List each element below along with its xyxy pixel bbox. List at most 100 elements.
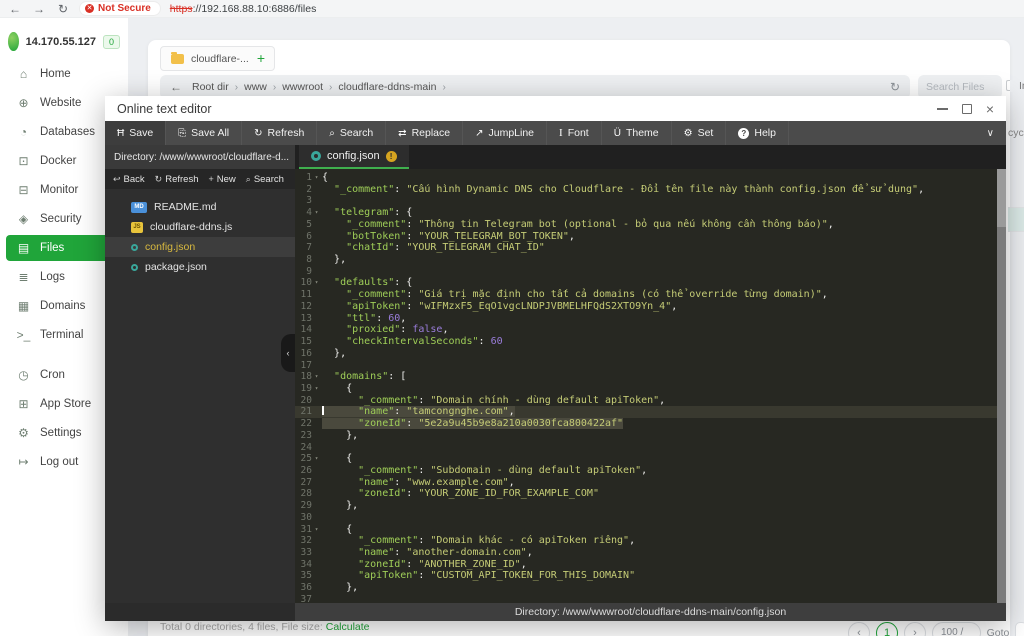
code-line[interactable]: {: [322, 524, 1006, 536]
maximize-icon[interactable]: [961, 103, 972, 114]
gutter-line[interactable]: 26: [295, 465, 322, 477]
sidebar-item-security[interactable]: ◈ Security: [6, 206, 118, 232]
font-button[interactable]: I Font: [547, 121, 602, 145]
code-line[interactable]: "name": "tamcongnghe.com",: [322, 406, 1006, 419]
sidebar-item-app-store[interactable]: ⊞ App Store: [6, 391, 118, 417]
gutter-line[interactable]: 2: [295, 184, 322, 196]
code-line[interactable]: "_comment": "Giá trị mặc định cho tất cả…: [322, 289, 1006, 301]
page-size-select[interactable]: 100 / page ∨: [932, 622, 981, 636]
code-line[interactable]: "apiToken": "wIFMzxF5_EqO1vgcLNDPJVBMELH…: [322, 301, 1006, 313]
gutter-line[interactable]: 33: [295, 547, 322, 559]
fold-toggle-icon[interactable]: ▾: [312, 172, 321, 184]
current-page-button[interactable]: 1: [876, 622, 898, 636]
not-secure-badge[interactable]: ✕ Not Secure: [80, 2, 160, 15]
gutter-line[interactable]: 21: [295, 406, 322, 419]
goto-page-input[interactable]: [1015, 622, 1024, 636]
code-line[interactable]: "_comment": "Cấu hình Dynamic DNS cho Cl…: [322, 184, 1006, 196]
tree-search-button[interactable]: ⌕ Search: [246, 174, 284, 185]
fold-toggle-icon[interactable]: ▾: [312, 207, 321, 219]
fold-toggle-icon[interactable]: ▾: [312, 524, 321, 536]
back-button[interactable]: ↩ Back: [113, 174, 145, 185]
new-button[interactable]: + New: [208, 174, 235, 185]
gutter-line[interactable]: 13: [295, 313, 322, 325]
tab-config-json[interactable]: config.json !: [299, 145, 409, 169]
jumpline-button[interactable]: ↗ JumpLine: [463, 121, 548, 145]
breadcrumb-item[interactable]: wwwroot: [282, 81, 323, 93]
gutter-line[interactable]: 4 ▾: [295, 207, 322, 219]
gutter-line[interactable]: 28: [295, 488, 322, 500]
code-editor[interactable]: 1 ▾ 2 3 4 ▾ 5 6 7 8 9 10 ▾ 11 12 13 14 15 16 17 18 ▾ 19 ▾ 20 21 22…: [295, 169, 1006, 603]
add-tab-button[interactable]: +: [248, 46, 275, 71]
gutter-line[interactable]: 3: [295, 195, 322, 207]
code-line[interactable]: "telegram": {: [322, 207, 1006, 219]
gutter-line[interactable]: 22: [295, 418, 322, 430]
sidebar-item-databases[interactable]: ◔ Databases: [6, 119, 118, 145]
gutter-line[interactable]: 15: [295, 336, 322, 348]
gutter-line[interactable]: 36: [295, 582, 322, 594]
gutter-line[interactable]: 1 ▾: [295, 172, 322, 184]
gutter-line[interactable]: 19 ▾: [295, 383, 322, 395]
code-line[interactable]: },: [322, 582, 1006, 594]
next-page-button[interactable]: ›: [904, 622, 926, 636]
file-tree-item-package-json[interactable]: package.json: [105, 257, 295, 277]
gutter-line[interactable]: 32: [295, 535, 322, 547]
code-line[interactable]: },: [322, 348, 1006, 360]
close-icon[interactable]: ×: [986, 102, 994, 116]
gutter-line[interactable]: 23: [295, 430, 322, 442]
sidebar-item-docker[interactable]: ⊡ Docker: [6, 148, 118, 174]
code-line[interactable]: {: [322, 453, 1006, 465]
help-button[interactable]: ? Help: [726, 121, 789, 145]
code-line[interactable]: "name": "another-domain.com",: [322, 547, 1006, 559]
code-line[interactable]: [322, 195, 1006, 207]
save-button[interactable]: Ħ Save: [105, 121, 167, 145]
sidebar-item-domains[interactable]: ▦ Domains: [6, 293, 118, 319]
fold-toggle-icon[interactable]: ▾: [312, 383, 321, 395]
scrollbar-thumb[interactable]: [997, 169, 1006, 227]
code-line[interactable]: [322, 266, 1006, 278]
fold-toggle-icon[interactable]: ▾: [312, 371, 321, 383]
file-tree-item-config-json[interactable]: config.json: [105, 237, 295, 257]
sidebar-item-cron[interactable]: ◷ Cron: [6, 362, 118, 388]
gutter-line[interactable]: 27: [295, 477, 322, 489]
code-line[interactable]: "name": "www.example.com",: [322, 477, 1006, 489]
notification-count-badge[interactable]: 0: [102, 34, 120, 49]
breadcrumb-item[interactable]: cloudflare-ddns-main: [338, 81, 436, 93]
gutter-line[interactable]: 34: [295, 559, 322, 571]
prev-page-button[interactable]: ‹: [848, 622, 870, 636]
code-line[interactable]: },: [322, 254, 1006, 266]
code-line[interactable]: "_comment": "Thông tin Telegram bot (opt…: [322, 219, 1006, 231]
gutter-line[interactable]: 7: [295, 242, 322, 254]
file-manager-tab[interactable]: cloudflare-...: [160, 46, 260, 71]
code-line[interactable]: "_comment": "Subdomain - dùng default ap…: [322, 465, 1006, 477]
calculate-link[interactable]: Calculate: [326, 621, 370, 633]
search-button[interactable]: ⌕ Search: [317, 121, 387, 145]
gutter-line[interactable]: 31 ▾: [295, 524, 322, 536]
replace-button[interactable]: ⇄ Replace: [386, 121, 464, 145]
code-line[interactable]: "zoneId": "ANOTHER_ZONE_ID",: [322, 559, 1006, 571]
minimize-icon[interactable]: [936, 107, 948, 110]
code-line[interactable]: {: [322, 383, 1006, 395]
sidebar-item-home[interactable]: ⌂ Home: [6, 61, 118, 87]
gutter-line[interactable]: 20: [295, 395, 322, 407]
gutter-line[interactable]: 35: [295, 570, 322, 582]
address-bar[interactable]: https://192.168.88.10:6886/files: [170, 3, 317, 15]
gutter-line[interactable]: 11: [295, 289, 322, 301]
gutter-line[interactable]: 5: [295, 219, 322, 231]
gutter-line[interactable]: 18 ▾: [295, 371, 322, 383]
code-line[interactable]: [322, 594, 1006, 603]
gutter-line[interactable]: 17: [295, 360, 322, 372]
set-button[interactable]: ⚙ Set: [672, 121, 727, 145]
sidebar-item-files[interactable]: ▤ Files: [6, 235, 118, 261]
editor-scrollbar[interactable]: [997, 169, 1006, 603]
sidebar-item-website[interactable]: ⊕ Website: [6, 90, 118, 116]
browser-forward-icon[interactable]: →: [32, 2, 46, 16]
code-line[interactable]: "ttl": 60,: [322, 313, 1006, 325]
sidebar-item-monitor[interactable]: ⊟ Monitor: [6, 177, 118, 203]
code-line[interactable]: "apiToken": "CUSTOM_API_TOKEN_FOR_THIS_D…: [322, 570, 1006, 582]
breadcrumb-item[interactable]: www: [244, 81, 267, 93]
code-line[interactable]: "chatId": "YOUR_TELEGRAM_CHAT_ID": [322, 242, 1006, 254]
code-line[interactable]: },: [322, 500, 1006, 512]
code-line[interactable]: "_comment": "Domain khác - có apiToken r…: [322, 535, 1006, 547]
code-line[interactable]: "proxied": false,: [322, 324, 1006, 336]
file-tree-item-README-md[interactable]: MD README.md: [105, 197, 295, 217]
